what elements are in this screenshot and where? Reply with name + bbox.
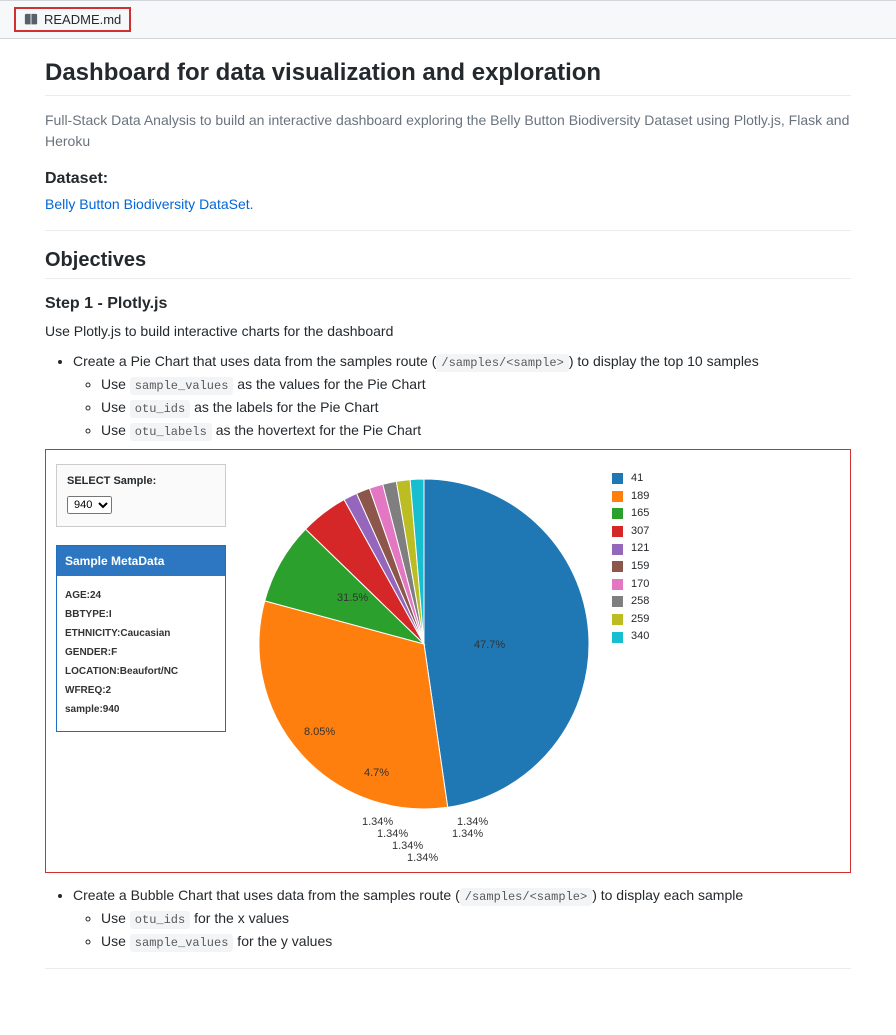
- legend-swatch: [612, 544, 623, 555]
- legend-item: 189: [612, 488, 649, 506]
- intro-text: Full-Stack Data Analysis to build an int…: [45, 110, 851, 152]
- readme-tab-label: README.md: [44, 12, 121, 27]
- pie-sub-3: Use otu_labels as the hovertext for the …: [101, 422, 851, 439]
- sample-select[interactable]: 940: [67, 496, 112, 514]
- metadata-row: GENDER:F: [65, 643, 217, 662]
- legend-swatch: [612, 596, 623, 607]
- readme-body: Dashboard for data visualization and exp…: [0, 39, 896, 968]
- legend-swatch: [612, 561, 623, 572]
- file-header: README.md: [0, 0, 896, 39]
- chart-wrap: 47.7% 31.5% 8.05% 4.7% 1.34% 1.34% 1.34%…: [244, 464, 840, 864]
- pie-sub-list: Use sample_values as the values for the …: [73, 376, 851, 439]
- code-sample-values: sample_values: [130, 377, 234, 395]
- pie-sub-1: Use sample_values as the values for the …: [101, 376, 851, 393]
- pie-legend: 41 189 165 307 121 159 170 258 259 340: [612, 464, 649, 646]
- legend-swatch: [612, 508, 623, 519]
- slice-label-259: 1.34%: [452, 828, 483, 840]
- slice-label-258: 1.34%: [407, 852, 438, 864]
- dataset-heading: Dataset:: [45, 170, 851, 188]
- pie-bullet-list: Create a Pie Chart that uses data from t…: [45, 353, 851, 439]
- legend-item: 41: [612, 470, 649, 488]
- legend-swatch: [612, 579, 623, 590]
- legend-item: 307: [612, 523, 649, 541]
- dataset-link[interactable]: Belly Button Biodiversity DataSet.: [45, 196, 254, 212]
- bubble-sub-list: Use otu_ids for the x values Use sample_…: [73, 910, 851, 950]
- pie-chart-figure: SELECT Sample: 940 Sample MetaData AGE:2…: [45, 449, 851, 873]
- legend-item: 170: [612, 576, 649, 594]
- objectives-heading: Objectives: [45, 249, 851, 279]
- slice-label-41: 47.7%: [474, 639, 505, 651]
- slice-label-189: 31.5%: [337, 592, 368, 604]
- code-otu-labels: otu_labels: [130, 423, 212, 441]
- legend-item: 165: [612, 505, 649, 523]
- code-samples-route-2: /samples/<sample>: [460, 888, 592, 906]
- legend-swatch: [612, 526, 623, 537]
- code-otu-ids-2: otu_ids: [130, 911, 190, 929]
- legend-item: 340: [612, 628, 649, 646]
- legend-item: 121: [612, 540, 649, 558]
- legend-item: 259: [612, 611, 649, 629]
- readme-tab[interactable]: README.md: [14, 7, 131, 32]
- metadata-panel: Sample MetaData AGE:24 BBTYPE:I ETHNICIT…: [56, 545, 226, 732]
- figure-sidebar: SELECT Sample: 940 Sample MetaData AGE:2…: [56, 464, 226, 732]
- bubble-sub-2: Use sample_values for the y values: [101, 933, 851, 950]
- slice-label-121: 1.34%: [362, 816, 393, 828]
- legend-swatch: [612, 632, 623, 643]
- sample-select-panel: SELECT Sample: 940: [56, 464, 226, 527]
- code-sample-values-2: sample_values: [130, 934, 234, 952]
- legend-swatch: [612, 491, 623, 502]
- code-otu-ids: otu_ids: [130, 400, 190, 418]
- metadata-row: LOCATION:Beaufort/NC: [65, 662, 217, 681]
- bubble-sub-1: Use otu_ids for the x values: [101, 910, 851, 927]
- bubble-bullet-main: Create a Bubble Chart that uses data fro…: [73, 887, 851, 950]
- legend-swatch: [612, 614, 623, 625]
- sample-select-label: SELECT Sample:: [67, 475, 215, 487]
- book-icon: [24, 13, 38, 27]
- metadata-row: sample:940: [65, 700, 217, 719]
- slice-label-340: 1.34%: [457, 816, 488, 828]
- legend-item: 258: [612, 593, 649, 611]
- metadata-row: AGE:24: [65, 586, 217, 605]
- slice-label-307: 4.7%: [364, 767, 389, 779]
- step1-intro: Use Plotly.js to build interactive chart…: [45, 323, 851, 339]
- metadata-heading: Sample MetaData: [57, 546, 225, 576]
- metadata-body: AGE:24 BBTYPE:I ETHNICITY:Caucasian GEND…: [57, 576, 225, 731]
- page-title: Dashboard for data visualization and exp…: [45, 59, 851, 96]
- bubble-bullet-list: Create a Bubble Chart that uses data fro…: [45, 887, 851, 950]
- slice-label-165: 8.05%: [304, 726, 335, 738]
- divider: [45, 230, 851, 231]
- legend-swatch: [612, 473, 623, 484]
- metadata-row: WFREQ:2: [65, 681, 217, 700]
- pie-chart: 47.7% 31.5% 8.05% 4.7% 1.34% 1.34% 1.34%…: [244, 464, 604, 864]
- bottom-divider: [45, 968, 851, 969]
- metadata-row: BBTYPE:I: [65, 605, 217, 624]
- slice-label-159: 1.34%: [377, 828, 408, 840]
- step1-heading: Step 1 - Plotly.js: [45, 295, 851, 313]
- code-samples-route: /samples/<sample>: [436, 354, 568, 372]
- pie-bullet-main: Create a Pie Chart that uses data from t…: [73, 353, 851, 439]
- legend-item: 159: [612, 558, 649, 576]
- pie-sub-2: Use otu_ids as the labels for the Pie Ch…: [101, 399, 851, 416]
- slice-label-170: 1.34%: [392, 840, 423, 852]
- metadata-row: ETHNICITY:Caucasian: [65, 624, 217, 643]
